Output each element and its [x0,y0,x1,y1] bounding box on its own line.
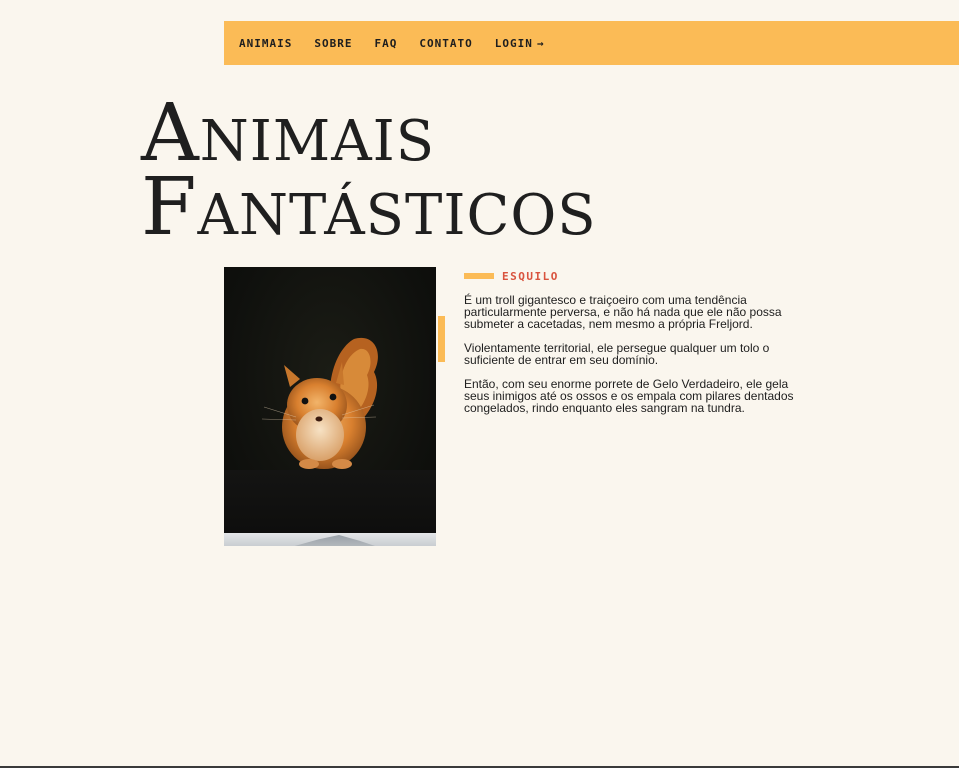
top-navigation-bar: ANIMAIS SOBRE FAQ CONTATO LOGIN → [224,21,959,65]
nav-link-label: LOGIN [494,36,533,50]
nav-link-sobre[interactable]: SOBRE [314,37,352,50]
next-photo-preview[interactable] [224,533,436,546]
arrow-right-icon: → [536,36,545,50]
nav-link-label: ANIMAIS [239,36,293,50]
page-title: Animais Fantásticos [141,86,597,253]
squirrel-illustration [261,337,378,469]
page-title-line-1: Animais [141,86,436,179]
nav-link-animais[interactable]: ANIMAIS [239,37,292,50]
page-title-line-2: Fantásticos [141,160,597,253]
nav-menu: ANIMAIS SOBRE FAQ CONTATO LOGIN → [239,21,566,65]
nav-link-label: CONTATO [419,36,473,50]
gallery-scroll-indicator[interactable] [438,316,445,362]
description-paragraph-2: Violentamente territorial, ele persegue … [464,341,770,367]
nav-link-faq[interactable]: FAQ [374,37,397,50]
animal-label: ESQUILO [502,269,559,283]
description-paragraph-3: Então, com seu enorme porrete de Gelo Ve… [464,377,794,415]
nav-link-label: FAQ [374,36,398,50]
animal-label-row: ESQUILO [464,269,804,283]
nav-link-contato[interactable]: CONTATO [419,37,472,50]
squirrel-photo [224,267,436,533]
nav-link-login[interactable]: LOGIN → [495,37,545,50]
animal-info: ESQUILO É um troll gigantesco e traiçoei… [464,270,804,426]
animal-description: É um troll gigantesco e traiçoeiro com u… [464,294,804,414]
description-paragraph-1: É um troll gigantesco e traiçoeiro com u… [464,293,782,331]
mountain-peak [284,535,384,546]
label-accent-bar [464,273,494,279]
nav-link-label: SOBRE [314,36,353,50]
